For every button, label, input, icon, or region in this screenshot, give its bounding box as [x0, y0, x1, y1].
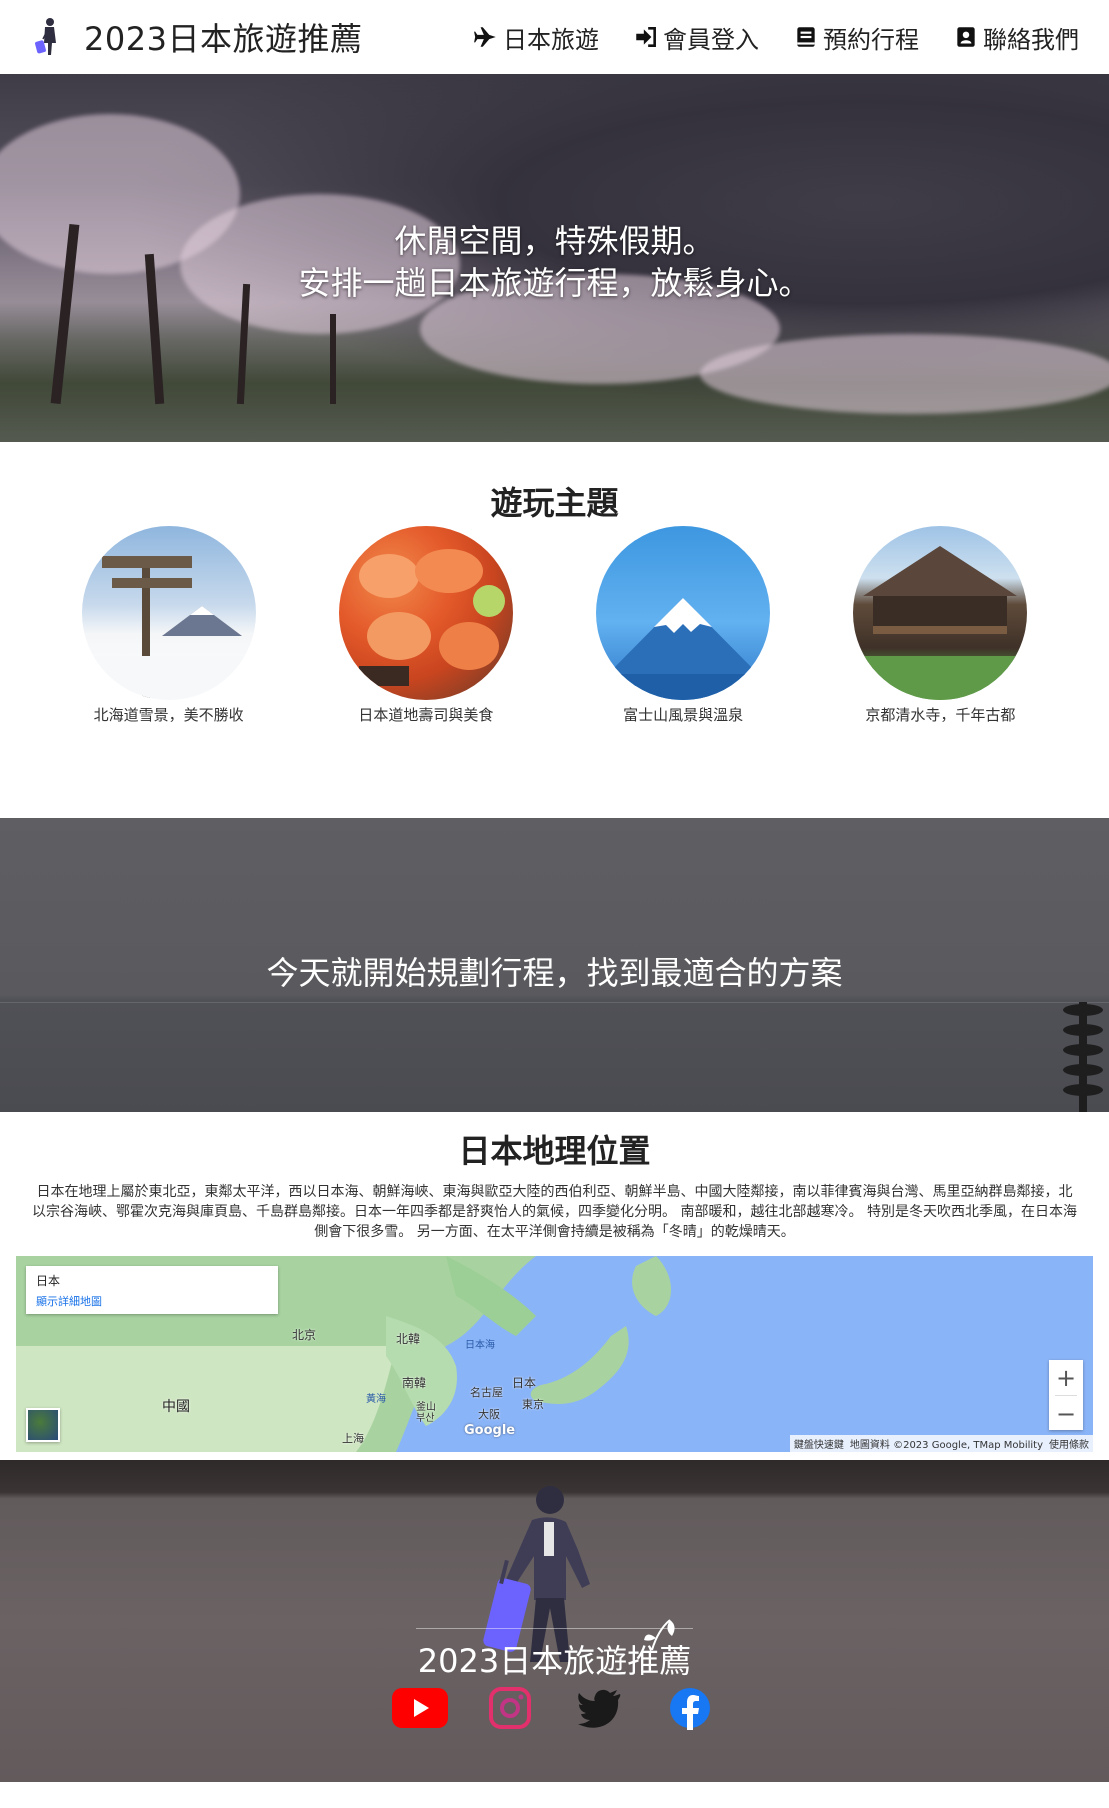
theme-card-hokkaido[interactable]: 北海道雪景，美不勝收 — [59, 526, 279, 725]
map-label-nagoya: 名古屋 — [470, 1386, 503, 1399]
geography-section: 日本地理位置 日本在地理上屬於東北亞，東鄰太平洋，西以日本海、朝鮮海峽、東海與歐… — [0, 1112, 1109, 1460]
nav-link-label: 會員登入 — [663, 25, 759, 54]
nav-link-label: 預約行程 — [823, 25, 919, 54]
google-logo: Google — [464, 1423, 516, 1438]
zoom-in-button[interactable]: + — [1049, 1360, 1083, 1395]
sushi-illustration — [358, 549, 505, 686]
satellite-toggle-button[interactable] — [26, 1408, 60, 1442]
map-card-title: 日本 — [36, 1274, 61, 1288]
facebook-link[interactable] — [662, 1686, 718, 1730]
twitter-link[interactable] — [572, 1686, 628, 1730]
themes-section: 遊玩主題 北海道雪景，美不勝收 日本道地壽司與美食 富士山風景與溫泉 京都清水寺… — [0, 442, 1109, 818]
map-label-north-korea: 北韓 — [396, 1332, 421, 1346]
view-larger-map-link[interactable]: 顯示詳細地圖 — [36, 1293, 268, 1309]
book-icon — [797, 27, 815, 47]
nav-link-member-login[interactable]: 會員登入 — [633, 20, 759, 55]
map-label-busan: 釜山 부산 — [416, 1402, 436, 1424]
mount-fuji-illustration — [596, 598, 771, 700]
youtube-link[interactable] — [391, 1686, 448, 1730]
keyboard-shortcuts-link[interactable]: 鍵盤快速鍵 — [794, 1436, 844, 1451]
facebook-icon — [669, 1688, 710, 1730]
theme-caption: 京都清水寺，千年古都 — [865, 706, 1016, 724]
hero-banner: 休閒空間，特殊假期。 安排一趟日本旅遊行程，放鬆身心。 — [0, 74, 1109, 442]
traveler-logo-icon — [35, 18, 56, 55]
theme-card-fuji[interactable]: 富士山風景與溫泉 — [573, 526, 793, 725]
theme-caption: 日本道地壽司與美食 — [358, 706, 494, 724]
youtube-icon — [391, 1688, 448, 1728]
hero-tagline: 休閒空間，特殊假期。 安排一趟日本旅遊行程，放鬆身心。 — [0, 220, 1109, 304]
theme-card-kyoto[interactable]: 京都清水寺，千年古都 — [830, 526, 1050, 725]
map-label-yellow-sea: 黃海 — [366, 1394, 386, 1405]
temple-illustration — [853, 546, 1028, 700]
twitter-icon — [577, 1689, 620, 1728]
theme-card-sushi[interactable]: 日本道地壽司與美食 — [316, 526, 536, 725]
plan-call-to-action: 今天就開始規劃行程，找到最適合的方案 — [266, 954, 843, 992]
hero-line-2: 安排一趟日本旅遊行程，放鬆身心。 — [298, 264, 811, 302]
map-label-china: 中國 — [162, 1399, 190, 1415]
cherry-blossom-cluster — [700, 334, 1109, 414]
geography-description: 日本在地理上屬於東北亞，東鄰太平洋，西以日本海、朝鮮海峽、東海與歐亞大陸的西伯利… — [32, 1184, 1077, 1240]
nav-link-japan-travel[interactable]: 日本旅遊 — [473, 20, 599, 55]
banner-divider — [0, 1002, 1109, 1003]
hero-line-1: 休閒空間，特殊假期。 — [394, 222, 715, 260]
instagram-link[interactable] — [482, 1686, 538, 1730]
instagram-icon — [488, 1687, 531, 1729]
tree-trunk — [330, 314, 336, 404]
kiyomizu-temple-image — [853, 526, 1028, 700]
geography-title: 日本地理位置 — [458, 1132, 651, 1170]
map-attribution-bar: 鍵盤快速鍵 地圖資料 ©2023 Google, TMap Mobility 使… — [789, 1435, 1093, 1452]
themes-title: 遊玩主題 — [490, 484, 619, 522]
terms-of-use-link[interactable]: 使用條款 — [1049, 1436, 1089, 1451]
map-label-shanghai: 上海 — [342, 1432, 364, 1445]
hokkaido-snow-image — [81, 526, 256, 700]
zoom-out-button[interactable]: − — [1049, 1396, 1083, 1431]
contact-card-icon — [957, 27, 975, 47]
nav-link-book-trip[interactable]: 預約行程 — [793, 20, 919, 55]
theme-caption: 北海道雪景，美不勝收 — [93, 706, 244, 724]
brand[interactable]: 2023日本旅遊推薦 — [30, 14, 362, 60]
embedded-map[interactable]: 日本 顯示詳細地圖 中國 北京 北韓 南韓 日本海 黃海 日本 名古屋 東京 大… — [16, 1256, 1093, 1452]
nav-link-label: 日本旅遊 — [503, 25, 599, 54]
footer-divider — [416, 1628, 693, 1629]
theme-list: 北海道雪景，美不勝收 日本道地壽司與美食 富士山風景與溫泉 京都清水寺，千年古都 — [0, 526, 1109, 725]
mount-fuji-image — [596, 526, 771, 700]
nav-links: 日本旅遊 會員登入 預約行程 聯絡我們 — [473, 20, 1079, 55]
map-info-card: 日本 顯示詳細地圖 — [26, 1266, 278, 1314]
top-navbar: 2023日本旅遊推薦 日本旅遊 會員登入 預約行程 聯絡我們 — [0, 0, 1109, 74]
map-label-beijing: 北京 — [292, 1328, 317, 1342]
map-data-attribution: 地圖資料 ©2023 Google, TMap Mobility — [849, 1440, 1043, 1451]
nav-link-label: 聯絡我們 — [983, 25, 1079, 54]
map-label-south-korea: 南韓 — [402, 1376, 427, 1390]
snow-signpost-illustration — [81, 556, 256, 700]
plane-icon — [474, 27, 496, 47]
social-links — [0, 1686, 1109, 1730]
map-label-osaka: 大阪 — [478, 1408, 500, 1421]
brand-title: 2023日本旅遊推薦 — [84, 20, 363, 58]
map-label-sea-of-japan: 日本海 — [465, 1340, 495, 1351]
plan-banner: 今天就開始規劃行程，找到最適合的方案 — [0, 818, 1109, 1112]
sign-in-icon — [636, 27, 656, 47]
lantern-stack-icon — [1063, 1002, 1103, 1112]
theme-caption: 富士山風景與溫泉 — [623, 706, 744, 724]
nav-link-contact-us[interactable]: 聯絡我們 — [953, 20, 1079, 55]
map-label-tokyo: 東京 — [522, 1398, 544, 1411]
map-zoom-controls: + − — [1049, 1360, 1083, 1430]
footer-title: 2023日本旅遊推薦 — [417, 1642, 692, 1680]
map-label-japan: 日本 — [512, 1376, 537, 1390]
sushi-image — [338, 526, 513, 700]
footer: 2023日本旅遊推薦 — [0, 1460, 1109, 1782]
